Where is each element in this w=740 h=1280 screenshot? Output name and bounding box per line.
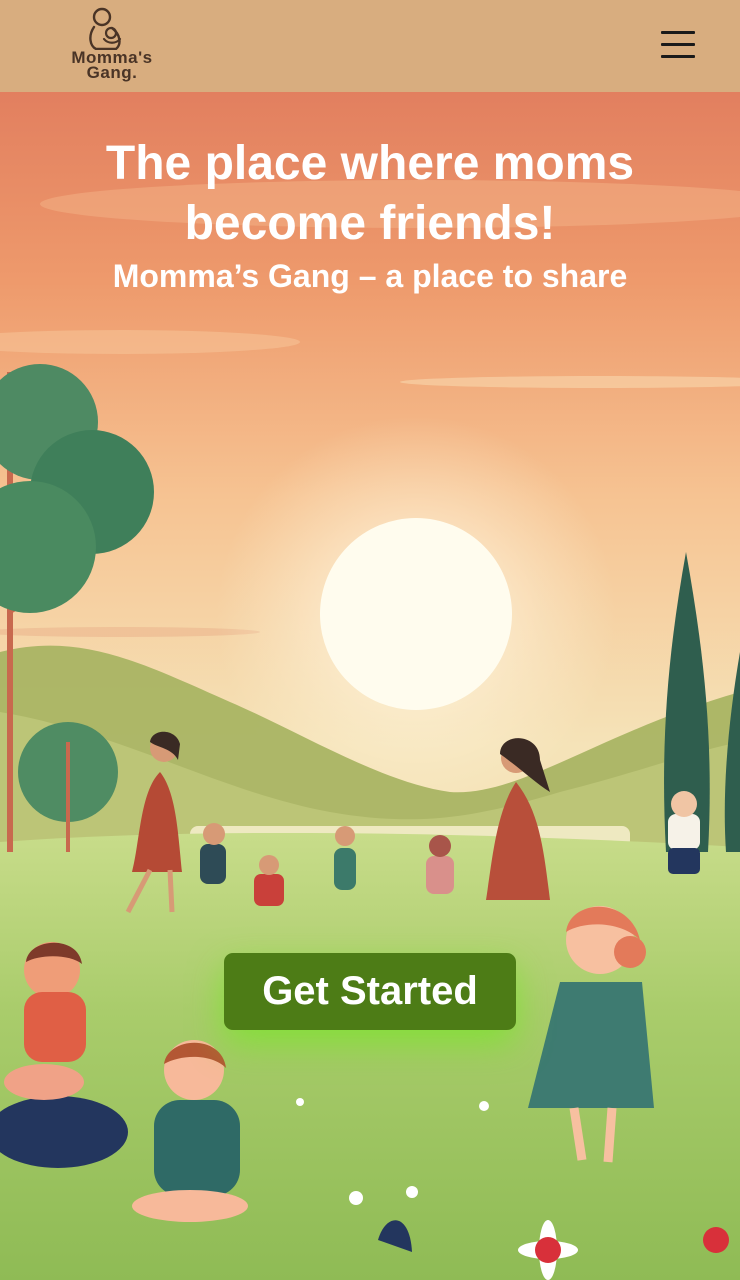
menu-bar [661, 31, 695, 34]
logo-line-2: Gang. [86, 63, 138, 82]
get-started-button[interactable]: Get Started [224, 953, 516, 1030]
momma-gang-logo[interactable]: Momma's Gang. [66, 6, 158, 86]
top-bar: Momma's Gang. [0, 0, 740, 92]
hero-subtitle: Momma’s Gang – a place to share [112, 258, 628, 294]
page: Momma's Gang. The place where moms becom… [0, 0, 740, 1280]
mother-and-baby-icon [89, 7, 122, 51]
menu-bar [661, 43, 695, 46]
hero-title: The place where moms become friends! [105, 137, 635, 250]
logo-wordmark: Momma's Gang. [66, 49, 158, 82]
menu-bar [661, 55, 695, 58]
hamburger-menu-icon[interactable] [656, 24, 700, 64]
hero-section: The place where moms become friends! Mom… [0, 92, 740, 1280]
